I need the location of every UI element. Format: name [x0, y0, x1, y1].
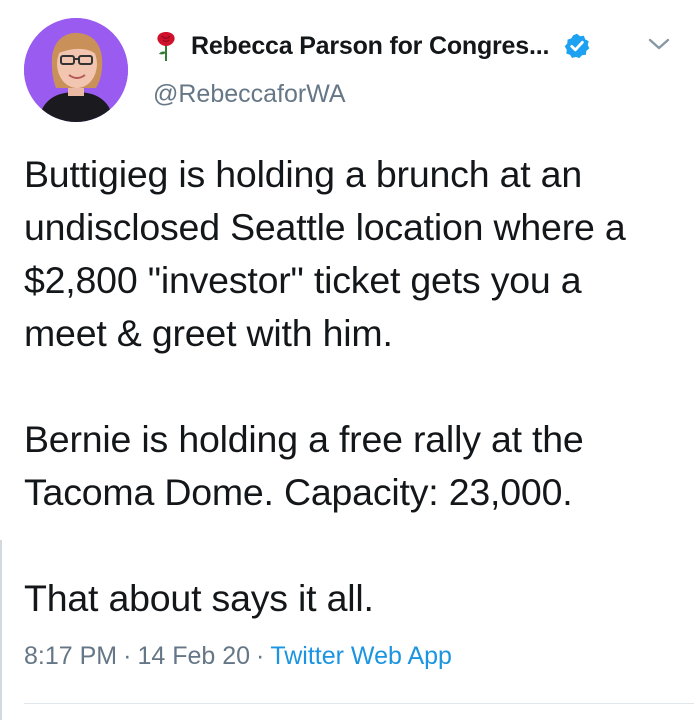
meta-separator: ·: [123, 642, 132, 670]
meta-separator: ·: [256, 642, 265, 670]
account-name-row[interactable]: Rebecca Parson for Congres...: [155, 30, 591, 62]
chevron-down-icon[interactable]: [646, 34, 672, 54]
verified-badge-icon: [564, 33, 590, 59]
tweet-paragraph: Buttigieg is holding a brunch at an undi…: [24, 153, 626, 354]
divider: [24, 703, 694, 704]
rose-icon: [157, 32, 175, 61]
tweet-paragraph: That about says it all.: [24, 577, 374, 619]
tweet-date[interactable]: 14 Feb 20: [137, 642, 250, 671]
tweet-time[interactable]: 8:17 PM: [24, 642, 117, 671]
display-name[interactable]: Rebecca Parson for Congres...: [191, 32, 549, 61]
tweet-meta: 8:17 PM · 14 Feb 20 · Twitter Web App: [24, 642, 452, 671]
edge-divider: [0, 540, 2, 720]
tweet-paragraph: Bernie is holding a free rally at the Ta…: [24, 418, 584, 513]
avatar[interactable]: [24, 18, 128, 122]
tweet-card: Rebecca Parson for Congres... @Rebeccafo…: [0, 0, 694, 720]
tweet-source-link[interactable]: Twitter Web App: [270, 642, 452, 671]
account-handle[interactable]: @RebeccaforWA: [153, 80, 346, 109]
tweet-text: Buttigieg is holding a brunch at an undi…: [24, 148, 674, 625]
avatar-photo: [24, 18, 128, 122]
